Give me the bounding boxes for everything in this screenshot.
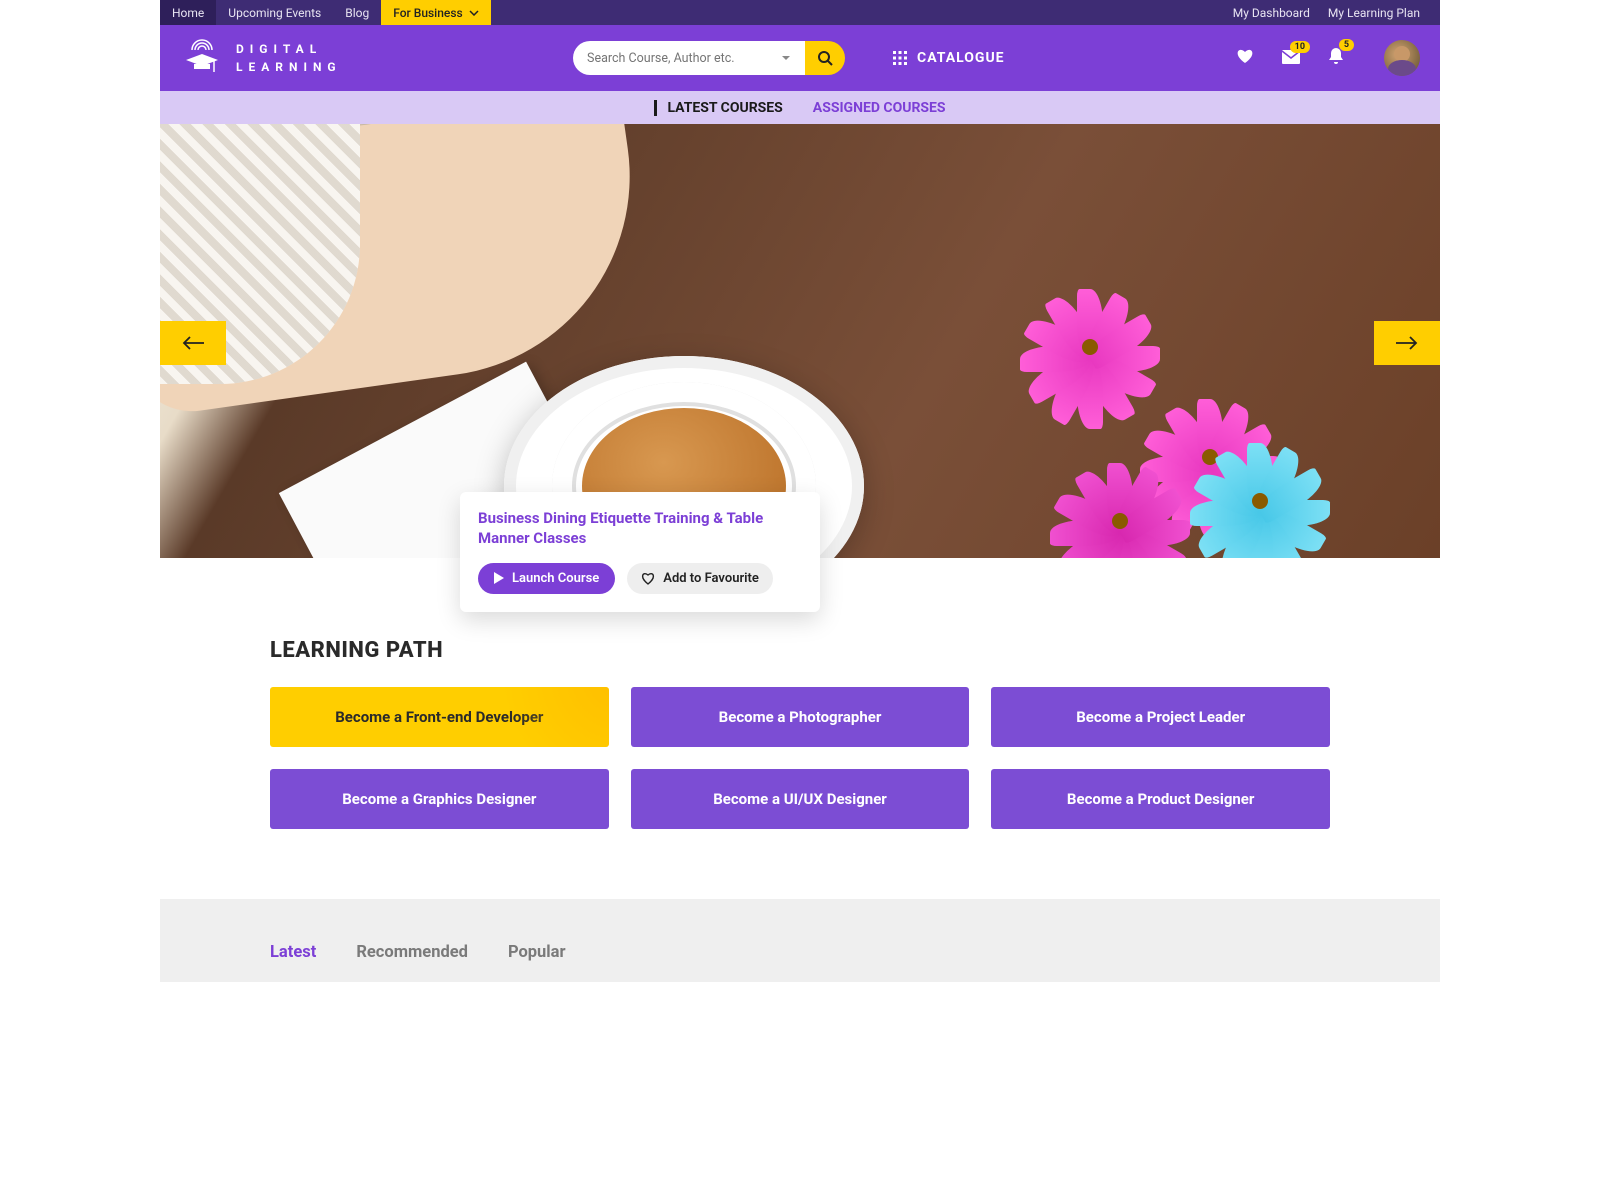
- avatar[interactable]: [1384, 40, 1420, 76]
- topbar-my-learning-plan[interactable]: My Learning Plan: [1328, 6, 1420, 20]
- hero-flower: [1070, 448, 1240, 558]
- logo[interactable]: DIGITAL LEARNING: [180, 36, 342, 80]
- caret-down-icon[interactable]: [781, 55, 791, 61]
- search-input[interactable]: [587, 51, 781, 66]
- tab-latest-courses[interactable]: LATEST COURSES: [654, 100, 782, 116]
- messages-button[interactable]: 10: [1282, 49, 1300, 68]
- topbar-for-business[interactable]: For Business: [381, 0, 490, 25]
- add-favourite-label: Add to Favourite: [663, 571, 759, 586]
- topbar: Home Upcoming Events Blog For Business M…: [160, 0, 1440, 25]
- topbar-blog[interactable]: Blog: [333, 0, 381, 25]
- hero-course-title: Business Dining Etiquette Training & Tab…: [478, 508, 802, 549]
- learning-path-heading: LEARNING PATH: [270, 638, 1330, 663]
- arrow-left-icon: [182, 336, 204, 350]
- catalogue-label: CATALOGUE: [917, 50, 1005, 66]
- hero-next-button[interactable]: [1374, 321, 1440, 365]
- learning-path-grid: Become a Front-end Developer Become a Ph…: [270, 687, 1330, 829]
- notifications-badge: 5: [1339, 39, 1354, 51]
- path-card-product-designer[interactable]: Become a Product Designer: [991, 769, 1330, 829]
- search-button[interactable]: [805, 41, 845, 75]
- logo-icon: [180, 36, 224, 80]
- course-filter-section: Latest Recommended Popular: [160, 899, 1440, 982]
- filter-recommended[interactable]: Recommended: [356, 943, 468, 962]
- heart-icon: [1236, 48, 1254, 64]
- filter-tabs: Latest Recommended Popular: [270, 943, 1330, 962]
- add-favourite-button[interactable]: Add to Favourite: [627, 563, 773, 594]
- play-icon: [494, 572, 504, 584]
- filter-popular[interactable]: Popular: [508, 943, 566, 962]
- logo-line1: DIGITAL: [236, 40, 342, 58]
- favourites-button[interactable]: [1236, 48, 1254, 68]
- chevron-down-icon: [469, 10, 479, 16]
- hero-prev-button[interactable]: [160, 321, 226, 365]
- logo-line2: LEARNING: [236, 58, 342, 76]
- messages-badge: 10: [1290, 41, 1310, 53]
- search: [573, 41, 845, 75]
- search-icon: [817, 50, 833, 66]
- grid-icon: [893, 51, 907, 65]
- catalogue-link[interactable]: CATALOGUE: [893, 50, 1005, 66]
- tab-assigned-courses[interactable]: ASSIGNED COURSES: [813, 100, 946, 116]
- path-card-graphics-designer[interactable]: Become a Graphics Designer: [270, 769, 609, 829]
- topbar-home[interactable]: Home: [160, 0, 216, 25]
- path-card-photographer[interactable]: Become a Photographer: [631, 687, 970, 747]
- subnav: LATEST COURSES ASSIGNED COURSES: [160, 91, 1440, 124]
- topbar-my-dashboard[interactable]: My Dashboard: [1233, 6, 1310, 20]
- heart-outline-icon: [641, 572, 655, 585]
- hero-card: Business Dining Etiquette Training & Tab…: [460, 492, 820, 612]
- filter-latest[interactable]: Latest: [270, 943, 316, 962]
- search-box: [573, 41, 805, 75]
- notifications-button[interactable]: 5: [1328, 47, 1344, 69]
- path-card-project-leader[interactable]: Become a Project Leader: [991, 687, 1330, 747]
- path-card-frontend[interactable]: Become a Front-end Developer: [270, 687, 609, 747]
- header-icons: 10 5: [1236, 40, 1420, 76]
- path-card-uiux-designer[interactable]: Become a UI/UX Designer: [631, 769, 970, 829]
- topbar-right: My Dashboard My Learning Plan: [1233, 0, 1440, 25]
- header: DIGITAL LEARNING CATALOGUE 10 5: [160, 25, 1440, 91]
- arrow-right-icon: [1396, 336, 1418, 350]
- topbar-for-business-label: For Business: [393, 6, 462, 20]
- topbar-upcoming-events[interactable]: Upcoming Events: [216, 0, 333, 25]
- launch-course-button[interactable]: Launch Course: [478, 563, 615, 594]
- launch-course-label: Launch Course: [512, 571, 599, 586]
- logo-text: DIGITAL LEARNING: [236, 40, 342, 76]
- topbar-left: Home Upcoming Events Blog For Business: [160, 0, 491, 25]
